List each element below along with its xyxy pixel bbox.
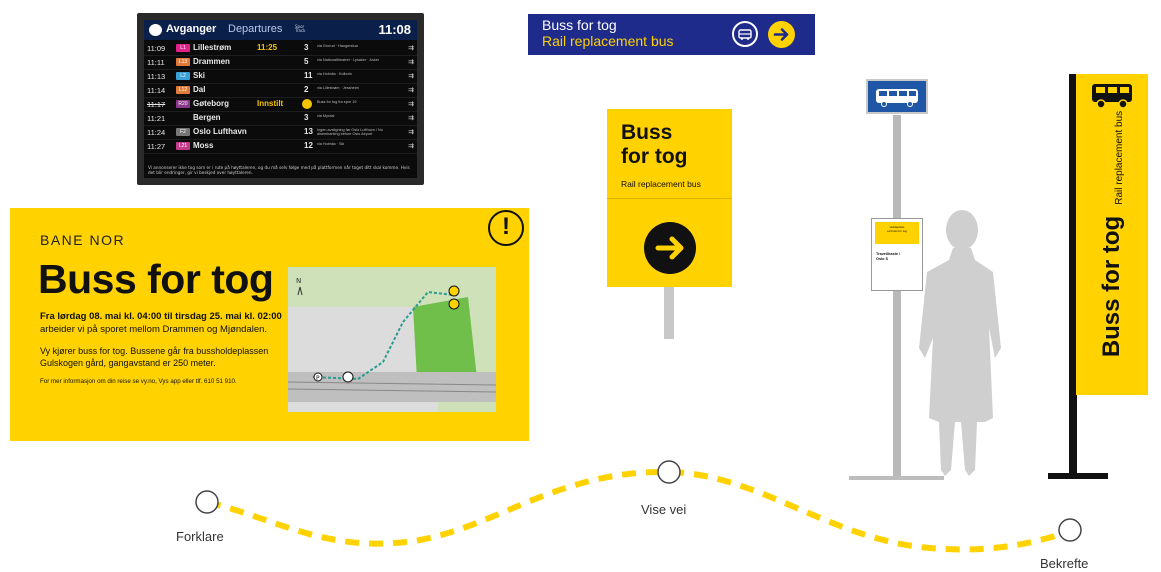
stage-node-forklare bbox=[195, 490, 219, 514]
stage-label-vise-vei: Vise vei bbox=[641, 502, 687, 517]
stage-label-forklare: Forklare bbox=[176, 529, 224, 544]
stage-node-bekrefte bbox=[1058, 518, 1082, 542]
journey-path bbox=[195, 460, 1082, 553]
stage-node-vise-vei bbox=[657, 460, 681, 484]
stage-label-bekrefte: Bekrefte bbox=[1040, 556, 1089, 571]
